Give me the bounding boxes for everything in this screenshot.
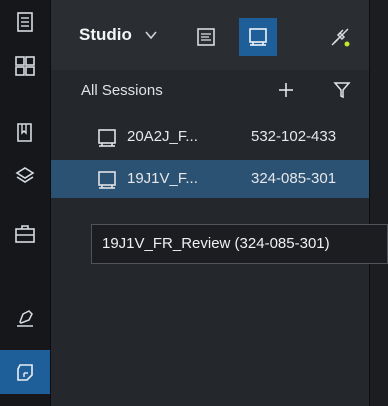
add-icon[interactable]: [276, 80, 296, 100]
layers-icon: [15, 167, 35, 183]
session-id: 532-102-433: [251, 128, 337, 145]
session-row[interactable]: 20A2J_F... 532-102-433: [51, 118, 369, 156]
grid-icon: [15, 56, 35, 76]
sessions-header: All Sessions: [51, 76, 369, 104]
session-name: 19J1V_F...: [127, 170, 198, 187]
monitor-icon: [98, 129, 116, 147]
monitor-icon: [249, 28, 267, 46]
disconnected-plug-button[interactable]: [321, 18, 359, 56]
left-rail: [0, 0, 51, 406]
notes-view-button[interactable]: [187, 18, 225, 56]
plug-disconnected-icon: [331, 28, 350, 47]
session-tooltip: 19J1V_FR_Review (324-085-301): [91, 224, 388, 264]
rail-document-button[interactable]: [0, 0, 50, 44]
right-edge-panel: [369, 0, 388, 406]
filter-icon[interactable]: [332, 80, 352, 100]
rail-grid-button[interactable]: [0, 44, 50, 88]
sessions-title: All Sessions: [81, 82, 163, 99]
notes-icon: [197, 28, 215, 46]
chevron-down-icon[interactable]: [144, 28, 158, 42]
rail-briefcase-button[interactable]: [0, 212, 50, 256]
briefcase-icon: [15, 225, 35, 243]
status-dot: [344, 41, 350, 47]
monitor-icon: [98, 171, 116, 189]
rail-cube-button[interactable]: [0, 350, 50, 394]
document-icon: [17, 12, 33, 32]
book-icon: [17, 123, 32, 142]
session-view-button[interactable]: [239, 18, 277, 56]
studio-panel: Studio All Sessions 20A2J_F... 532-102-4…: [51, 0, 369, 406]
rail-pen-tool-button[interactable]: [0, 296, 50, 340]
rail-book-button[interactable]: [0, 110, 50, 154]
session-row-selected[interactable]: 19J1V_F... 324-085-301: [51, 160, 369, 198]
studio-title[interactable]: Studio: [79, 25, 132, 45]
pen-tool-icon: [17, 310, 33, 327]
rail-layers-button[interactable]: [0, 154, 50, 198]
session-name: 20A2J_F...: [127, 128, 198, 145]
session-id: 324-085-301: [251, 170, 337, 187]
studio-topbar: Studio: [51, 0, 369, 70]
cube-icon: [17, 364, 33, 381]
